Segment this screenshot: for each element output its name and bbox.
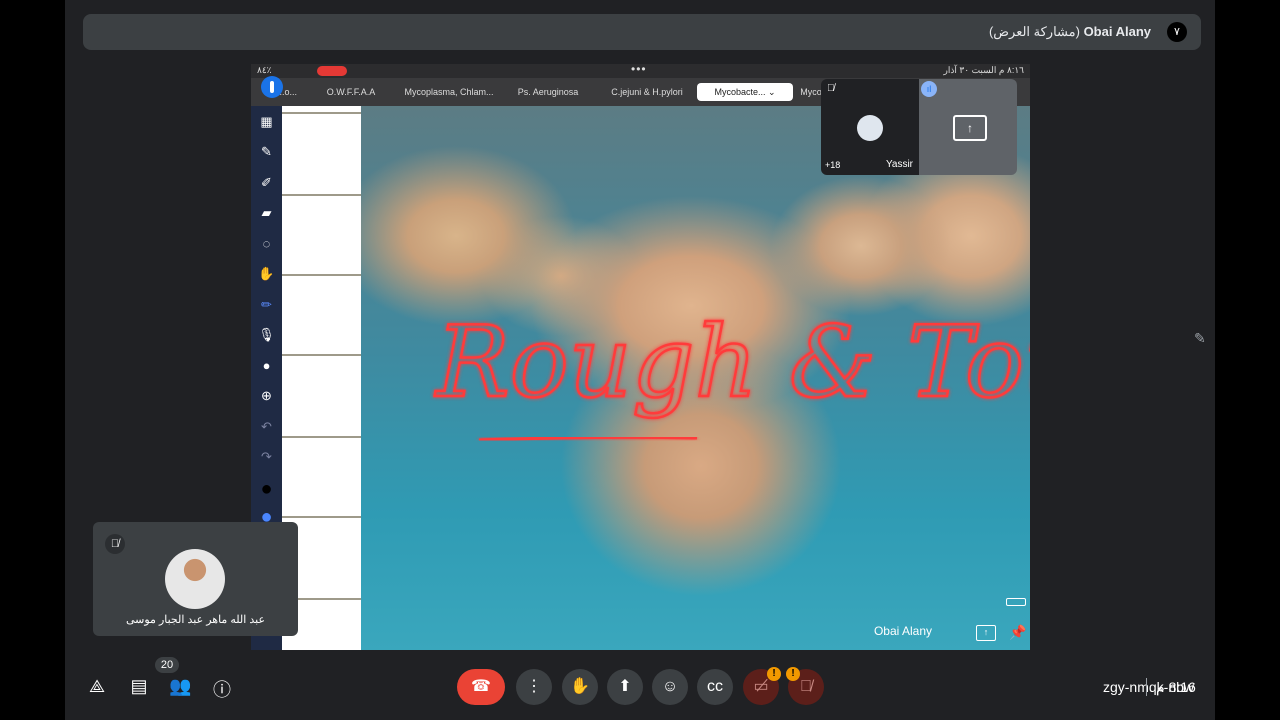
page-divider — [282, 436, 361, 438]
tab-active[interactable]: Mycobacte... ⌄ — [697, 83, 793, 101]
people-count-badge: 20 — [155, 657, 179, 673]
leave-call-button[interactable]: ☎ — [457, 669, 505, 705]
presenter-name: Obai Alany — [1083, 24, 1151, 39]
page-divider — [282, 354, 361, 356]
warning-icon: ! — [786, 667, 800, 681]
chat-icon[interactable]: ▤ — [128, 676, 150, 697]
black-color-swatch[interactable]: ● — [257, 479, 276, 499]
people-icon[interactable]: 👥 — [169, 676, 191, 697]
sharing-label: (مشاركة العرض) — [988, 24, 1080, 39]
avatar — [857, 115, 883, 141]
grid-icon[interactable]: ▦ — [257, 112, 276, 131]
mic-off-icon: 🎙̸ — [105, 534, 125, 554]
current-time: 8:16 م — [1156, 679, 1196, 695]
page-divider — [282, 112, 361, 114]
tab-item[interactable]: Ps. Aeruginosa — [509, 83, 587, 101]
presenter-avatar: ٧ — [1167, 22, 1187, 42]
keyboard-icon[interactable] — [1006, 598, 1026, 606]
raise-hand-button[interactable]: ✋ — [562, 669, 598, 705]
tab-item[interactable]: C.jejuni & H.pylori — [601, 83, 693, 101]
warning-icon: ! — [767, 667, 781, 681]
laser-pointer-icon[interactable]: ✏ — [257, 295, 276, 314]
self-name: عبد الله ماهر عبد الجبار موسى — [125, 614, 266, 626]
activities-icon[interactable]: ⟁ — [86, 676, 108, 697]
microphone-icon[interactable]: 🎙 — [257, 325, 276, 344]
mic-off-button[interactable]: 🎙̸! — [786, 667, 824, 705]
handwriting-annotation: Rough & Tough — [433, 305, 1030, 442]
recording-indicator — [317, 66, 347, 76]
tab-item[interactable]: Myco — [799, 83, 823, 101]
page-divider — [282, 274, 361, 276]
tab-item[interactable]: O.W.F.F.A.A — [317, 83, 385, 101]
lasso-icon[interactable]: ◌ — [257, 234, 276, 253]
hand-icon[interactable]: ✋ — [257, 264, 276, 283]
underline-stroke — [478, 435, 698, 442]
handwritten-text: Rough & Tough — [434, 306, 1030, 420]
participant-name: Yassir — [885, 159, 913, 170]
multitask-dots-icon: ••• — [631, 64, 647, 76]
call-controls-bar: ⟁ ▤ 👥 20 ⓘ ☎ ⋮ ✋ ⬆ ☺ cc ▭̸! 🎙̸! zgy-nmqk… — [0, 657, 1280, 712]
mic-off-icon: 🎙̸ — [827, 83, 835, 94]
participant-tile-yassir[interactable]: 🎙̸ +18 Yassir — [821, 79, 919, 175]
presenter-label: Obai Alany — [873, 624, 932, 638]
presenting-tile[interactable]: ıl ↑ — [919, 79, 1017, 175]
highlighter-icon[interactable]: ✐ — [257, 173, 276, 192]
pin-icon[interactable]: 📌 — [1009, 624, 1026, 641]
sticker-icon[interactable]: ● — [257, 356, 276, 375]
speaking-icon: ıl — [921, 81, 937, 97]
edit-pencil-icon[interactable]: ✎ — [1194, 330, 1206, 347]
extra-participants-count: +18 — [825, 160, 841, 170]
ipad-clock: ٨:١٦ م السبت ٣٠ آذار — [943, 65, 1024, 75]
pen-icon[interactable]: ✎ — [257, 142, 276, 161]
eraser-icon[interactable]: ▰ — [257, 203, 276, 222]
info-icon[interactable]: ⓘ — [211, 676, 233, 702]
undo-icon[interactable]: ↶ — [257, 417, 276, 436]
page-divider — [282, 516, 361, 518]
reactions-button[interactable]: ☺ — [652, 669, 688, 705]
present-screen-icon[interactable]: ↑ — [976, 625, 996, 641]
presentation-banner: ٧ Obai Alany (مشاركة العرض) — [83, 14, 1201, 50]
tab-active-label: Mycobacte... — [714, 87, 766, 97]
app-logo-icon — [261, 76, 283, 98]
tab-item[interactable]: Mycoplasma, Chlam... — [403, 83, 495, 101]
divider — [1146, 678, 1147, 696]
page-divider — [282, 194, 361, 196]
add-icon[interactable]: ⊕ — [257, 386, 276, 405]
ipad-status-bar: ٨٤٪ ••• ٨:١٦ م السبت ٣٠ آذار — [251, 64, 1030, 78]
camera-off-button[interactable]: ▭̸! — [743, 667, 781, 705]
more-options-button[interactable]: ⋮ — [516, 669, 552, 705]
present-button[interactable]: ⬆ — [607, 669, 643, 705]
battery-indicator: ٨٤٪ — [257, 65, 272, 75]
redo-icon[interactable]: ↷ — [257, 447, 276, 466]
captions-button[interactable]: cc — [697, 669, 733, 705]
self-view-tile[interactable]: 🎙̸ عبد الله ماهر عبد الجبار موسى — [93, 522, 298, 636]
present-screen-icon: ↑ — [953, 115, 987, 141]
presentation-title: Obai Alany (مشاركة العرض) — [989, 24, 1151, 40]
avatar — [165, 549, 225, 609]
participant-tiles: 🎙̸ +18 Yassir ıl ↑ — [821, 79, 1017, 175]
